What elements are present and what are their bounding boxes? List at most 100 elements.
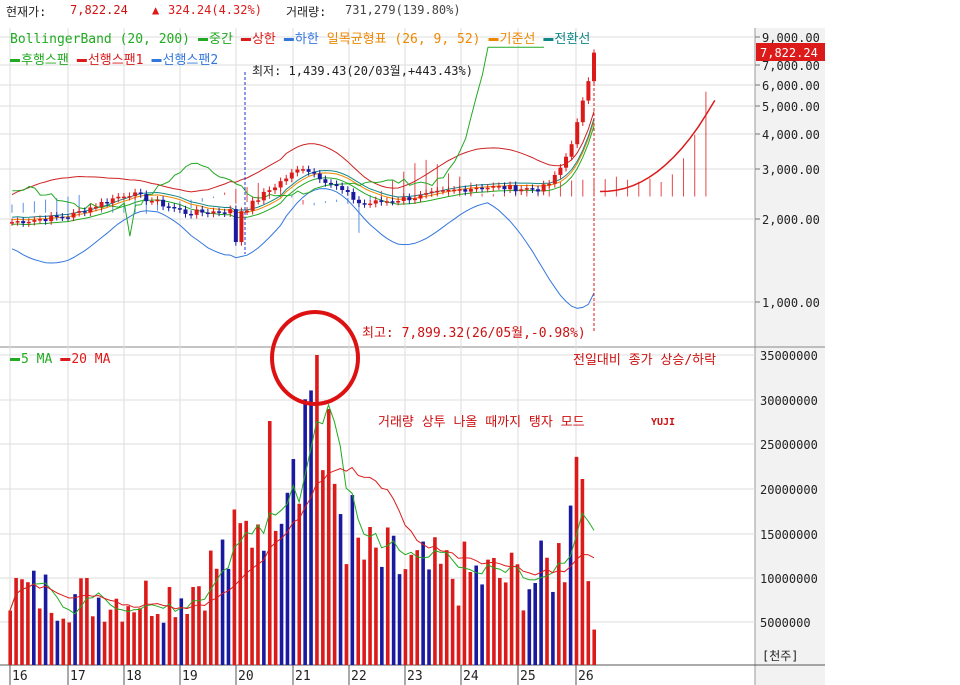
volume-bar — [161, 622, 166, 665]
candle-body — [536, 189, 541, 192]
volume-unit-label: [천주] — [762, 648, 799, 663]
volume-bar — [403, 569, 408, 665]
stock-chart[interactable]: BollingerBand (20, 200) 중간 상한 하한 일목균형표 (26, … — [0, 28, 960, 685]
candle-body — [295, 169, 300, 173]
candle-body — [189, 213, 194, 216]
volume-bar — [433, 537, 437, 665]
candle-body — [273, 187, 278, 191]
volume-bar — [203, 610, 207, 665]
candle-body — [127, 196, 132, 198]
legend-item: 하한 — [295, 32, 319, 47]
candle-body — [351, 191, 356, 200]
candle-body — [149, 201, 154, 203]
candle-body — [452, 189, 457, 192]
volume-bar — [220, 539, 225, 665]
x-tick-label: 24 — [463, 669, 479, 684]
candle-body — [463, 189, 468, 192]
volume-bar — [444, 550, 449, 665]
volume-bar — [297, 503, 302, 665]
candle-body — [88, 207, 93, 213]
x-tick-label: 16 — [12, 669, 28, 684]
volume-bar — [592, 629, 596, 665]
volume-bar — [14, 577, 18, 665]
candle-body — [60, 216, 65, 219]
volume-bar — [120, 621, 125, 665]
volume-bar — [167, 587, 172, 665]
x-tick-label: 19 — [182, 669, 198, 684]
candle-body — [138, 192, 143, 195]
candle-body — [407, 197, 412, 201]
candle-body — [513, 185, 518, 192]
candle-body — [379, 200, 384, 202]
candle-body — [491, 186, 496, 188]
candle-body — [10, 222, 14, 224]
candle-body — [547, 183, 552, 186]
candle-body — [519, 189, 524, 192]
candle-body — [172, 206, 177, 209]
candle-body — [250, 200, 255, 211]
volume-bar — [527, 589, 532, 665]
volume-tick-label: 15000000 — [760, 528, 818, 542]
candle-body — [65, 217, 70, 219]
candle-body — [429, 191, 434, 194]
candle-body — [586, 81, 591, 101]
legend-item: 일목균형표 (26, 9, 52) — [327, 32, 481, 47]
candle-body — [328, 182, 333, 185]
candle-body — [267, 190, 272, 192]
candle-body — [116, 196, 121, 199]
volume-bar — [562, 582, 567, 665]
current-price-label: 현재가: — [6, 5, 47, 19]
volume-bar — [102, 621, 107, 665]
quote-header: 현재가: 7,822.24 ▲ 324.24(4.32%) 거래량: 731,2… — [0, 0, 960, 22]
candle-body — [362, 203, 367, 205]
candle-body — [245, 210, 250, 213]
legend-swatch — [10, 59, 20, 62]
candle-body — [183, 209, 188, 214]
volume-bar — [503, 582, 508, 665]
x-tick-label: 23 — [407, 669, 423, 684]
candle-body — [82, 211, 87, 213]
candle-body — [502, 186, 507, 190]
candle-body — [569, 144, 574, 157]
legend-swatch — [488, 38, 499, 41]
legend-item: 후행스팬 — [21, 52, 69, 68]
volume-bar — [439, 563, 443, 665]
volume-bar — [498, 577, 502, 665]
candle-body — [289, 172, 294, 179]
candle-body — [418, 194, 423, 199]
legend-swatch — [543, 38, 554, 41]
price-change-value: 324.24(4.32%) — [168, 3, 262, 17]
volume-bar — [267, 421, 272, 665]
volume-bar — [350, 495, 355, 665]
volume-bar — [409, 554, 414, 665]
x-tick-label: 21 — [295, 669, 311, 684]
price-tick-label: 7,000.00 — [762, 59, 820, 73]
candle-body — [474, 187, 479, 190]
volume-bar — [521, 610, 526, 665]
candle-body — [71, 212, 76, 218]
volume-bar — [197, 586, 201, 665]
candle-body — [396, 200, 401, 203]
volume-bar — [262, 550, 266, 665]
price-tick-label: 9,000.00 — [762, 31, 820, 45]
candle-body — [133, 192, 138, 197]
volume-bar — [43, 574, 48, 665]
candle-body — [412, 198, 417, 201]
volume-bar — [362, 559, 366, 665]
volume-bar — [55, 620, 60, 665]
volume-bar — [509, 552, 514, 665]
volume-bar — [486, 559, 490, 665]
candle-body — [580, 100, 585, 123]
legend-item: 상한 — [252, 32, 276, 47]
low-annotation: 최저: 1,439.43(20/03월,+443.43%) — [252, 64, 473, 78]
volume-bar — [155, 614, 160, 665]
candle-body — [161, 199, 166, 207]
up-arrow-icon: ▲ — [152, 3, 160, 17]
volume-bar — [580, 479, 585, 665]
volume-bar — [26, 582, 30, 665]
candle-body — [552, 174, 557, 184]
candle-body — [54, 215, 59, 218]
candle-body — [239, 211, 244, 243]
volume-bar — [108, 609, 113, 665]
volume-bar — [321, 470, 325, 665]
